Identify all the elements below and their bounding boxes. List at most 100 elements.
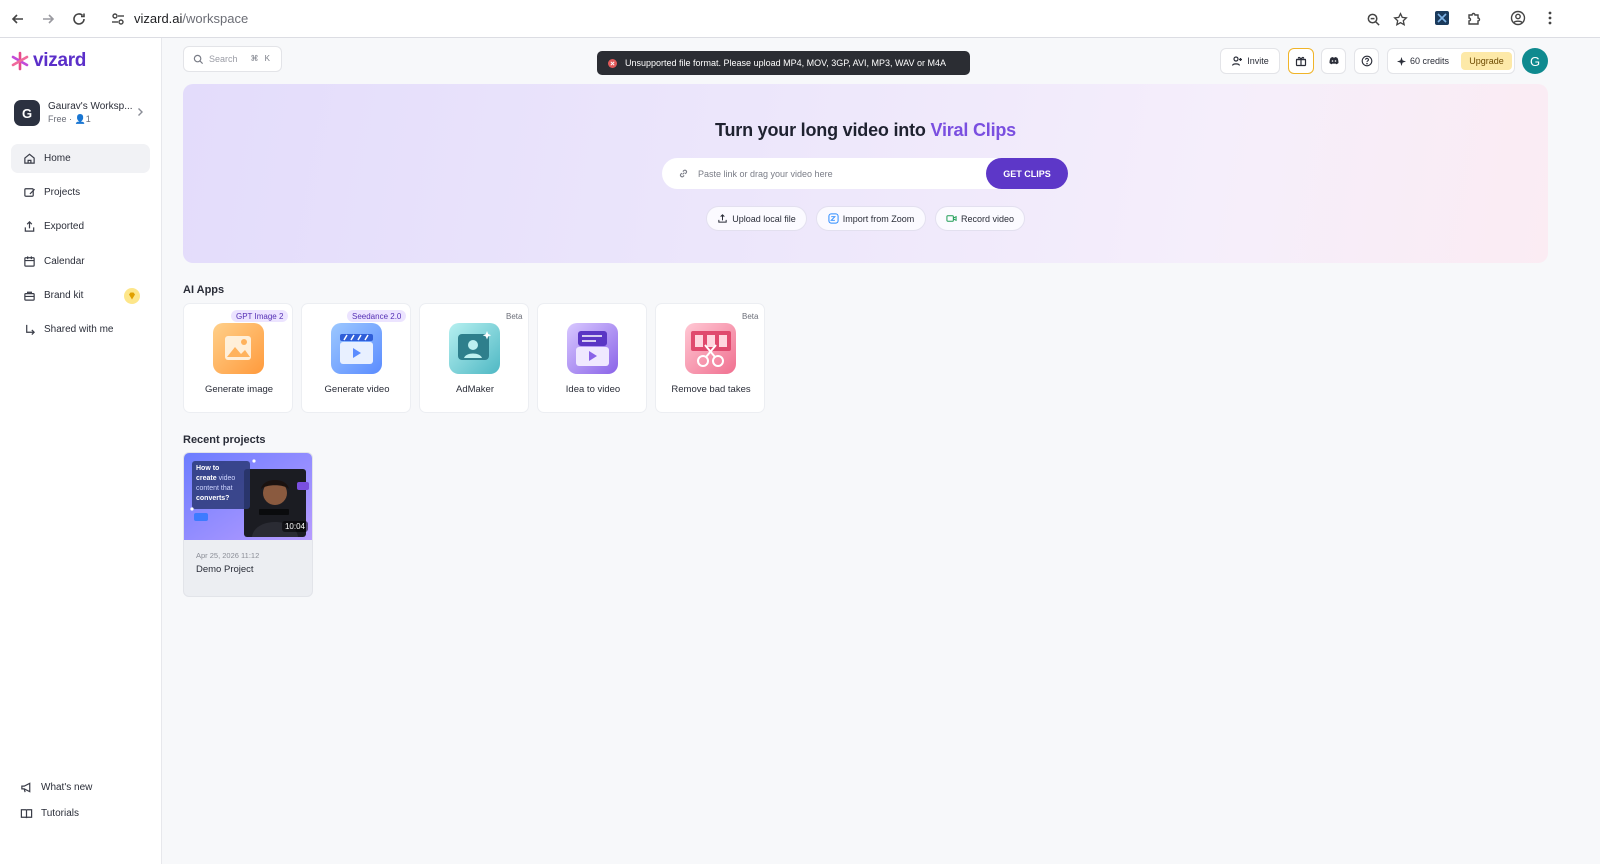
video-clapper-icon bbox=[331, 323, 382, 374]
home-icon bbox=[24, 153, 35, 164]
extensions-puzzle-icon[interactable] bbox=[1460, 4, 1488, 32]
add-user-icon bbox=[1232, 56, 1243, 66]
bookmark-star-icon[interactable] bbox=[1388, 7, 1412, 31]
workspace-plan: Free · 👤1 bbox=[48, 114, 91, 124]
logo-text: vizard bbox=[33, 50, 87, 71]
video-duration: 10:04 bbox=[281, 521, 308, 532]
reload-icon bbox=[73, 13, 85, 25]
arrow-right-icon bbox=[43, 14, 55, 24]
sidebar-item-exported[interactable]: Exported bbox=[11, 212, 150, 241]
search-placeholder: Search bbox=[209, 54, 238, 64]
workspace-switcher[interactable]: G Gaurav's Worksp... Free · 👤1 bbox=[14, 96, 150, 130]
back-button[interactable] bbox=[3, 4, 33, 34]
app-idea-to-video[interactable]: Idea to video bbox=[537, 303, 647, 413]
sidebar-item-label: Projects bbox=[44, 187, 81, 198]
sidebar-item-home[interactable]: Home bbox=[11, 144, 150, 173]
project-date: Apr 25, 2026 11:12 bbox=[196, 551, 260, 560]
help-button[interactable] bbox=[1354, 48, 1379, 74]
help-icon bbox=[1361, 55, 1372, 67]
asterisk-logo-icon bbox=[11, 51, 29, 71]
menu-kebab-icon[interactable] bbox=[1536, 4, 1564, 32]
gift-icon bbox=[1295, 56, 1307, 67]
ai-apps-title: AI Apps bbox=[183, 284, 225, 296]
model-tag: GPT Image 2 bbox=[231, 310, 289, 322]
forward-button[interactable] bbox=[33, 4, 63, 34]
beta-tag: Beta bbox=[506, 311, 523, 321]
address-bar[interactable]: vizard.ai/workspace bbox=[102, 3, 1452, 35]
reload-button[interactable] bbox=[64, 4, 94, 34]
sidebar-item-calendar[interactable]: Calendar bbox=[11, 247, 150, 276]
app-label: Remove bad takes bbox=[671, 384, 751, 395]
vizard-logo[interactable]: vizard bbox=[10, 50, 86, 72]
record-video-button[interactable]: Record video bbox=[935, 206, 1025, 231]
get-clips-button[interactable]: GET CLIPS bbox=[986, 158, 1068, 189]
recent-projects-title: Recent projects bbox=[183, 434, 266, 446]
whats-new-link[interactable]: What's new bbox=[20, 781, 92, 794]
sidebar-item-label: Brand kit bbox=[44, 290, 84, 301]
credits-count[interactable]: 60 credits bbox=[1397, 56, 1449, 66]
chevron-right-icon bbox=[138, 108, 143, 116]
megaphone-icon bbox=[21, 782, 31, 793]
hero-banner: Turn your long video into Viral Clips Pa… bbox=[183, 84, 1548, 263]
project-thumbnail[interactable]: How to create video content that convert… bbox=[184, 453, 312, 540]
arrow-left-icon bbox=[11, 14, 23, 24]
sidebar-item-label: Shared with me bbox=[44, 324, 114, 335]
discord-button[interactable] bbox=[1321, 48, 1346, 74]
invite-button[interactable]: Invite bbox=[1220, 48, 1280, 74]
gift-button[interactable] bbox=[1288, 48, 1314, 74]
video-camera-icon bbox=[946, 215, 957, 222]
app-label: Generate video bbox=[324, 384, 390, 395]
app-admaker[interactable]: Beta AdMaker bbox=[419, 303, 529, 413]
browser-toolbar: vizard.ai/workspace bbox=[0, 0, 1600, 38]
pro-badge bbox=[124, 288, 140, 304]
app-label: Generate image bbox=[204, 384, 274, 395]
upgrade-button[interactable]: Upgrade bbox=[1461, 52, 1512, 70]
search-input[interactable]: Search ⌘ K bbox=[183, 46, 282, 72]
upload-icon bbox=[718, 214, 727, 223]
sidebar-item-label: Calendar bbox=[44, 256, 85, 267]
calendar-icon bbox=[24, 256, 35, 267]
app-generate-video[interactable]: Seedance 2.0 Generate video bbox=[301, 303, 411, 413]
sparkle-icon bbox=[1397, 56, 1406, 66]
zoom-icon[interactable] bbox=[1361, 7, 1385, 31]
sidebar-item-shared[interactable]: Shared with me bbox=[11, 315, 150, 344]
site-info-icon[interactable] bbox=[110, 11, 126, 27]
sidebar-item-label: Home bbox=[44, 153, 71, 164]
model-tag: Seedance 2.0 bbox=[347, 310, 407, 322]
diamond-icon bbox=[129, 292, 135, 300]
sidebar-item-brand-kit[interactable]: Brand kit bbox=[11, 281, 150, 310]
tutorials-link[interactable]: Tutorials bbox=[20, 807, 79, 820]
app-generate-image[interactable]: GPT Image 2 Generate image bbox=[183, 303, 293, 413]
toast-message: Unsupported file format. Please upload M… bbox=[625, 58, 946, 68]
book-icon bbox=[20, 809, 33, 819]
brand-kit-icon bbox=[24, 291, 35, 301]
sidebar-item-label: Exported bbox=[44, 221, 85, 232]
project-card-demo[interactable]: How to create video content that convert… bbox=[183, 452, 313, 597]
video-link-placeholder: Paste link or drag your video here bbox=[698, 168, 833, 179]
link-icon bbox=[679, 169, 688, 178]
thumbnail-caption: How to create video content that convert… bbox=[196, 465, 236, 502]
app-label: AdMaker bbox=[455, 384, 494, 395]
upload-local-file-button[interactable]: Upload local file bbox=[706, 206, 807, 231]
scissors-film-icon bbox=[685, 323, 736, 374]
credits-panel: 60 credits Upgrade bbox=[1387, 48, 1515, 74]
url-text[interactable]: vizard.ai/workspace bbox=[134, 11, 248, 26]
sidebar: vizard G Gaurav's Worksp... Free · 👤1 Ho… bbox=[0, 38, 162, 864]
profile-icon[interactable] bbox=[1504, 4, 1532, 32]
invite-label: Invite bbox=[1247, 56, 1269, 66]
hero-title: Turn your long video into Viral Clips bbox=[715, 120, 1016, 140]
sidebar-item-projects[interactable]: Projects bbox=[11, 178, 150, 207]
export-icon bbox=[24, 221, 35, 232]
script-video-icon bbox=[567, 323, 618, 374]
project-name: Demo Project bbox=[196, 564, 254, 575]
workspace-name: Gaurav's Worksp... bbox=[48, 101, 133, 112]
error-icon bbox=[608, 58, 617, 68]
extension-x-icon[interactable] bbox=[1428, 4, 1456, 32]
workspace-avatar: G bbox=[14, 100, 40, 126]
tutorials-label: Tutorials bbox=[41, 808, 79, 819]
zoom-app-icon bbox=[828, 213, 839, 224]
app-remove-bad-takes[interactable]: Beta Remove bad takes bbox=[655, 303, 765, 413]
user-avatar[interactable]: G bbox=[1522, 48, 1548, 74]
import-from-zoom-button[interactable]: Import from Zoom bbox=[816, 206, 926, 231]
member-icon: 👤 bbox=[74, 114, 86, 124]
